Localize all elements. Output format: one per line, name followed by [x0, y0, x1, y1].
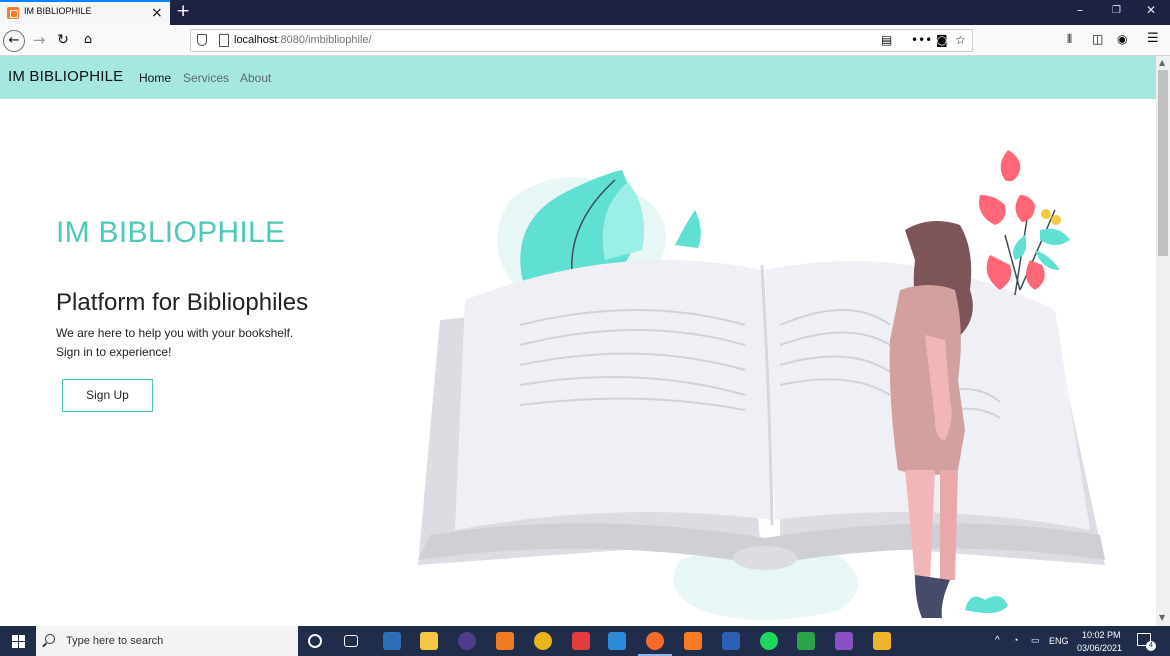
search-placeholder: Type here to search: [66, 635, 164, 647]
scroll-up-icon[interactable]: ▲: [1159, 58, 1165, 67]
nav-home[interactable]: Home: [139, 71, 171, 85]
scroll-down-icon[interactable]: ▼: [1159, 613, 1165, 622]
windows-start-icon[interactable]: [0, 626, 36, 656]
spotify-icon[interactable]: [760, 632, 778, 650]
eclipse-icon[interactable]: [458, 632, 476, 650]
nav-services[interactable]: Services: [183, 71, 229, 85]
hero-subtitle: Platform for Bibliophiles: [56, 289, 309, 316]
forward-icon[interactable]: →: [28, 30, 50, 52]
sublime-text-icon[interactable]: [496, 632, 514, 650]
nav-about[interactable]: About: [240, 71, 271, 85]
url-text[interactable]: localhost:8080/imbibliophile/: [234, 34, 372, 46]
account-icon[interactable]: ◉: [1117, 32, 1127, 46]
firefox-icon[interactable]: [638, 632, 672, 656]
tab-title: IM BIBLIOPHILE: [24, 6, 92, 16]
battery-icon[interactable]: ▭: [1031, 635, 1040, 646]
url-host: localhost: [234, 34, 278, 46]
bookmark-star-icon[interactable]: ☆: [955, 33, 966, 47]
reading-woman-illustration: [418, 150, 1105, 620]
hero-text-line-1: We are here to help you with your booksh…: [56, 326, 294, 340]
site-brand[interactable]: IM BIBLIOPHILE: [8, 68, 123, 85]
site-navbar: IM BIBLIOPHILE Home Services About: [0, 56, 1156, 99]
browser-tab[interactable]: IM BIBLIOPHILE ×: [0, 0, 170, 25]
tracking-shield-icon[interactable]: [197, 34, 207, 46]
clock-date[interactable]: 03/06/2021: [1077, 643, 1122, 653]
close-tab-icon[interactable]: ×: [151, 5, 163, 21]
url-path: :8080/imbibliophile/: [277, 34, 372, 46]
word-icon[interactable]: [722, 632, 740, 650]
scroll-thumb[interactable]: [1158, 70, 1168, 256]
search-icon: [45, 634, 55, 644]
windows-taskbar: Type here to search ^ ◔ ▭ ENG 10:02 PM 0…: [0, 626, 1170, 656]
reload-icon[interactable]: ↻: [52, 30, 74, 52]
hero-title: IM BIBLIOPHILE: [56, 216, 286, 249]
browser-titlebar: IM BIBLIOPHILE × + – ❐ ✕: [0, 0, 1170, 25]
close-window-icon[interactable]: ✕: [1146, 3, 1156, 17]
url-bar[interactable]: localhost:8080/imbibliophile/ ▤ ••• ◙ ☆: [190, 29, 973, 52]
browser-toolbar: ← → ↻ ⌂ localhost:8080/imbibliophile/ ▤ …: [0, 25, 1170, 56]
file-explorer-icon[interactable]: [420, 632, 438, 650]
minimize-icon[interactable]: –: [1077, 3, 1083, 17]
language-indicator[interactable]: ENG: [1049, 636, 1069, 646]
library-icon[interactable]: ⫴: [1067, 32, 1072, 47]
git-icon[interactable]: [873, 632, 891, 650]
clock-time[interactable]: 10:02 PM: [1082, 630, 1121, 640]
hero-text-line-2: Sign in to experience!: [56, 345, 172, 359]
sidebar-icon[interactable]: ◫: [1092, 32, 1103, 46]
xampp-favicon-icon: [7, 7, 19, 19]
back-icon[interactable]: ←: [3, 30, 25, 52]
page-info-icon[interactable]: [219, 34, 229, 47]
visual-studio-icon[interactable]: [835, 632, 853, 650]
task-view-icon[interactable]: [344, 635, 358, 647]
notification-count: 4: [1146, 641, 1156, 651]
menu-icon[interactable]: ☰: [1147, 31, 1159, 46]
color-app-icon[interactable]: [572, 632, 590, 650]
signup-button[interactable]: Sign Up: [62, 379, 153, 412]
notepad-icon[interactable]: [797, 632, 815, 650]
cortana-icon[interactable]: [308, 634, 322, 648]
tray-chevron-icon[interactable]: ^: [995, 635, 1000, 646]
new-tab-icon[interactable]: +: [176, 2, 190, 20]
python-ide-icon[interactable]: [383, 632, 401, 650]
chrome-icon[interactable]: [534, 632, 552, 650]
taskbar-search-input[interactable]: Type here to search: [36, 626, 298, 656]
xampp-icon[interactable]: [684, 632, 702, 650]
restore-icon[interactable]: ❐: [1112, 5, 1121, 16]
wifi-icon[interactable]: ◔: [1013, 635, 1018, 645]
vscode-icon[interactable]: [608, 632, 626, 650]
pocket-icon[interactable]: ◙: [936, 33, 948, 47]
home-icon[interactable]: ⌂: [77, 30, 99, 52]
page-actions-icon[interactable]: •••: [911, 33, 932, 47]
page-scrollbar[interactable]: ▲ ▼: [1156, 56, 1170, 626]
reader-view-icon[interactable]: ▤: [881, 33, 892, 47]
